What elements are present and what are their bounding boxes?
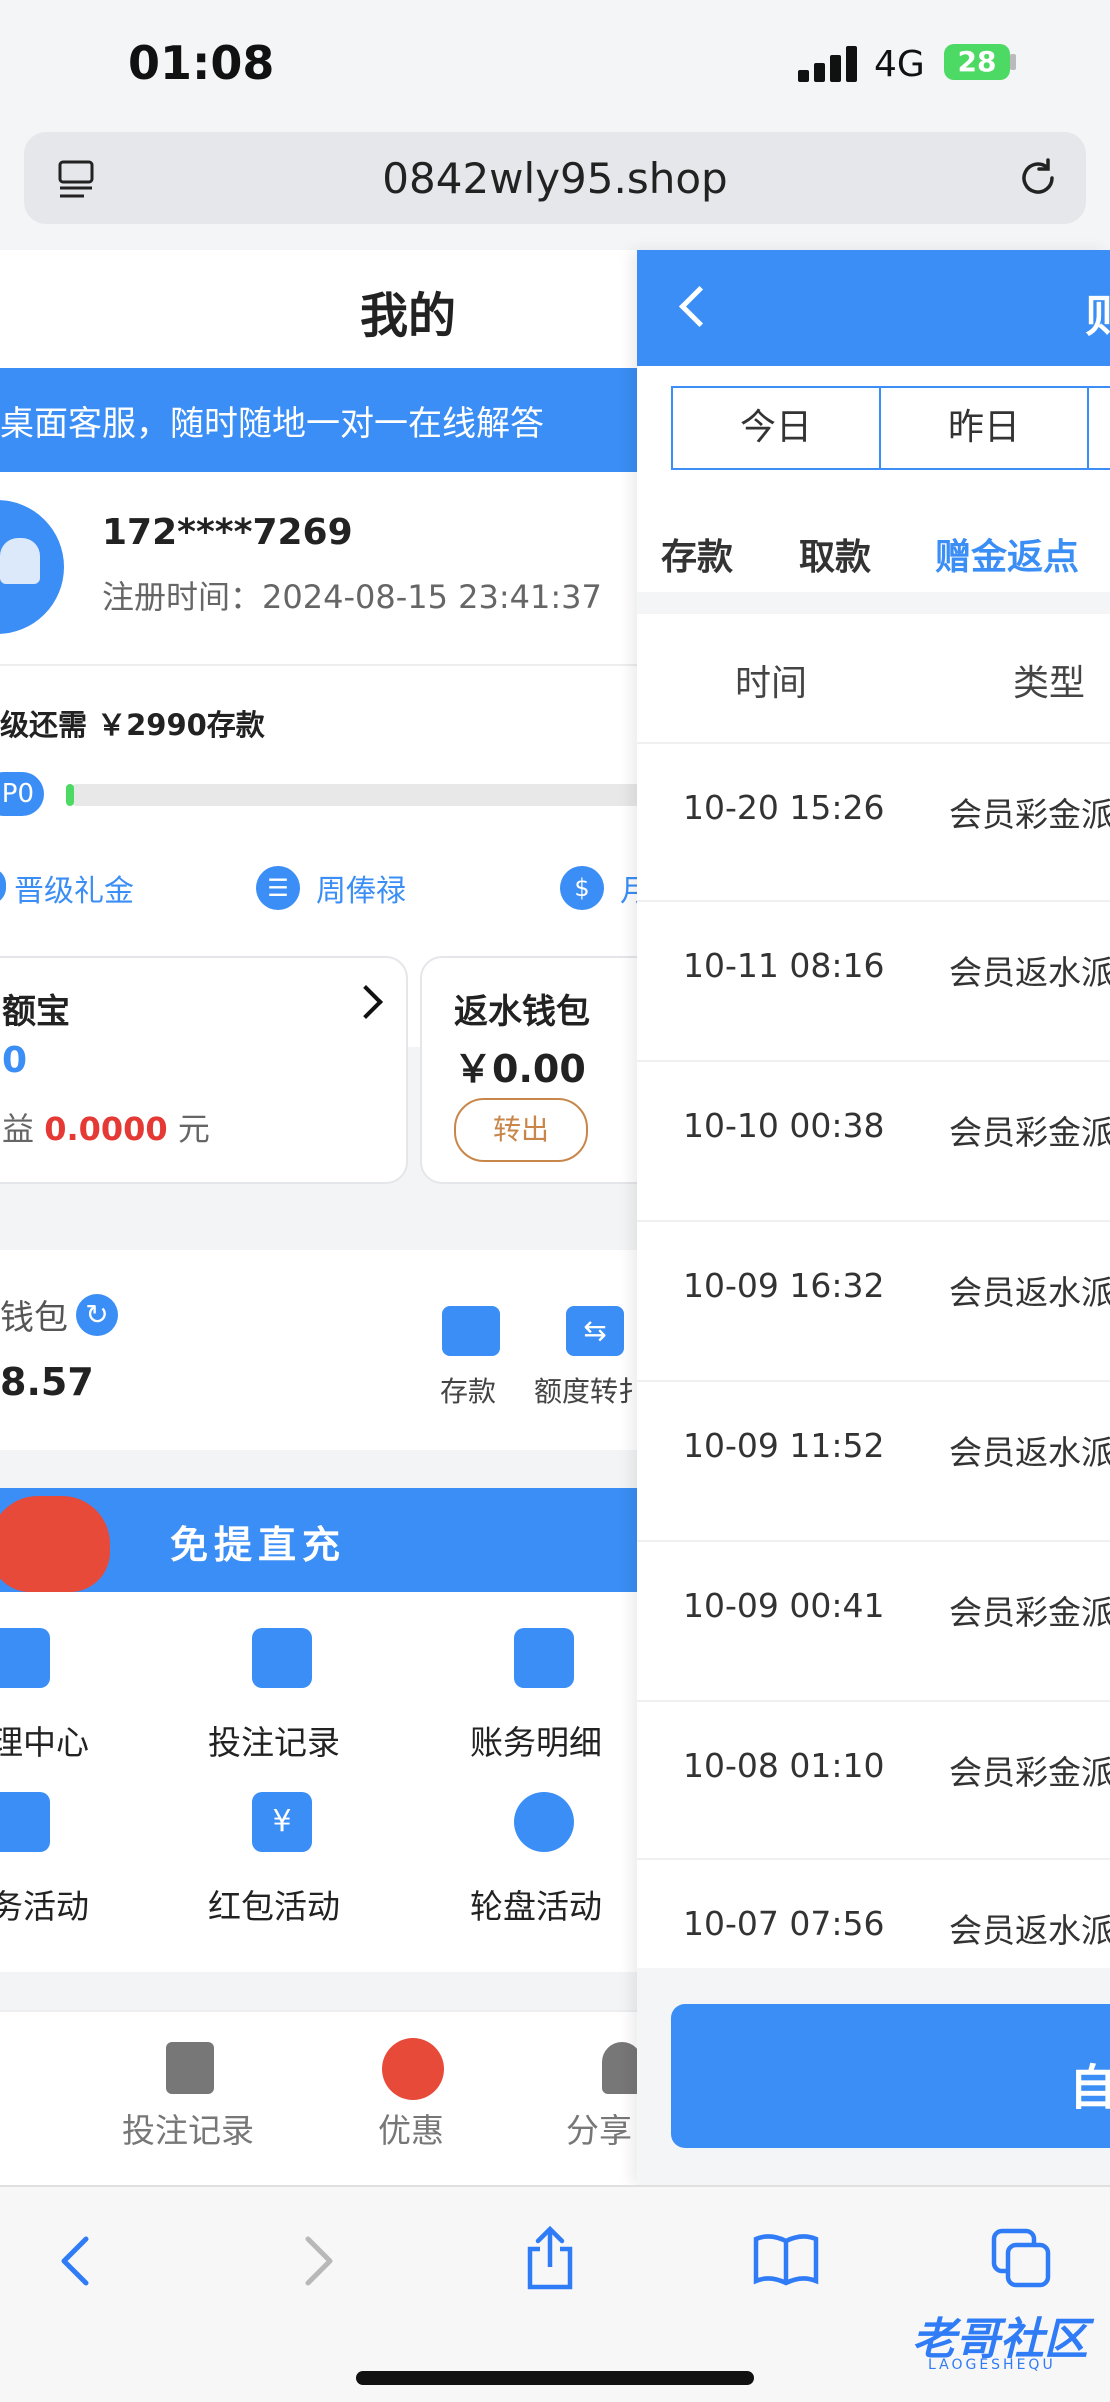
wallet-section: 钱包 ↻ 8.57 存款 ⇆ 额度转扌 — [0, 1250, 637, 1450]
transfer-icon: ⇆ — [566, 1306, 624, 1356]
yuebao-income: 益 0.0000 元 — [2, 1110, 210, 1148]
money-bag-icon: $ — [560, 866, 604, 910]
table-row[interactable]: 10-08 01:10 会员彩金派 — [637, 1702, 1110, 1860]
tab-today[interactable]: 今日 — [673, 388, 879, 468]
panel-header: 则 — [637, 250, 1110, 366]
table-row[interactable]: 10-09 16:32 会员返水派 — [637, 1222, 1110, 1382]
income-value: 0.0000 — [44, 1110, 168, 1148]
yuebao-card[interactable]: 额宝 0 益 0.0000 元 — [0, 956, 408, 1184]
table-row[interactable]: 10-20 15:26 会员彩金派 — [637, 744, 1110, 902]
table-row[interactable]: 10-10 00:38 会员彩金派 — [637, 1062, 1110, 1222]
grid-bet-records[interactable]: 投注记录 — [208, 1628, 358, 1788]
user-phone: 172****7269 — [102, 512, 353, 553]
task-icon — [0, 1792, 50, 1852]
chevron-right-icon[interactable] — [349, 985, 383, 1019]
table-row[interactable]: 10-09 11:52 会员返水派 — [637, 1382, 1110, 1542]
tab-yesterday[interactable]: 昨日 — [881, 388, 1087, 468]
date-tab-divider — [1087, 388, 1089, 468]
yuebao-amount: 0 — [2, 1040, 28, 1081]
tab-share[interactable]: 分享 — [566, 2042, 637, 2162]
app-tabbar: 投注记录 优惠 分享 — [0, 2010, 637, 2185]
back-icon[interactable] — [52, 2231, 102, 2291]
promo-banner[interactable]: 免提直充 — [0, 1488, 637, 1592]
status-bar: 01:08 4G 28 — [0, 0, 1110, 130]
watermark-logo: 老哥社区 LAOGESHEQU — [868, 2303, 1098, 2383]
wallet-icon — [442, 1306, 500, 1356]
tab-withdraw[interactable]: 取款 — [799, 528, 871, 580]
watermark-sub: LAOGESHEQU — [928, 2357, 1056, 2373]
grid-red-packet[interactable]: ¥ 红包活动 — [208, 1792, 358, 1952]
yuebao-title: 额宝 — [2, 992, 70, 1032]
home-indicator — [356, 2371, 754, 2385]
panel-title: 则 — [1085, 291, 1110, 342]
red-packet-icon: ¥ — [252, 1792, 312, 1852]
battery-icon: 28 — [944, 44, 1010, 80]
page-title: 我的 — [360, 288, 457, 344]
transfer-out-button[interactable]: 转出 — [454, 1098, 588, 1162]
salary-icon: ☰ — [256, 866, 300, 910]
vip-upgrade-text: 级还需 ￥2990存款 — [0, 708, 265, 742]
refresh-icon[interactable]: ↻ — [76, 1294, 118, 1336]
url-text[interactable]: 0842wly95.shop — [24, 154, 1086, 203]
account-detail-icon — [514, 1628, 574, 1688]
col-time: 时间 — [735, 663, 808, 704]
reload-icon[interactable] — [1014, 154, 1062, 202]
grid-account-details[interactable]: 账务明细 — [470, 1628, 620, 1788]
col-type: 类型 — [1013, 663, 1086, 704]
rebate-wallet-title: 返水钱包 — [454, 992, 590, 1032]
lucky-bag-icon — [0, 1496, 110, 1592]
vip-progress-bar — [66, 784, 637, 806]
back-icon[interactable] — [678, 285, 721, 328]
vip-progress-fill — [66, 784, 74, 806]
signal-icon — [798, 46, 860, 82]
wheel-icon — [514, 1792, 574, 1852]
rebate-wallet-amount: ￥0.00 — [454, 1047, 586, 1091]
tab-deposit[interactable]: 存款 — [661, 528, 733, 580]
rebate-wallet-card: 返水钱包 ￥0.00 转出 — [420, 956, 637, 1184]
date-tab-group: 今日 昨日 — [671, 386, 1110, 470]
share-icon[interactable] — [520, 2223, 580, 2293]
table-row[interactable]: 10-11 08:16 会员返水派 — [637, 902, 1110, 1062]
feature-grid: 理中心 投注记录 账务明细 务活动 ¥ 红包活动 轮盘活动 — [0, 1592, 637, 1972]
my-page: 我的 桌面客服，随时随地一对一在线解答 172****7269 注册时间：202… — [0, 250, 637, 2185]
status-time: 01:08 — [128, 36, 275, 90]
tab-bonus-rebate[interactable]: 赠金返点 — [935, 528, 1079, 580]
service-banner[interactable]: 桌面客服，随时随地一对一在线解答 — [0, 368, 637, 472]
agent-icon — [0, 1628, 50, 1688]
network-type: 4G — [874, 44, 925, 85]
transaction-panel: 则 今日 昨日 存款 取款 赠金返点 时间 类型 10-20 15:26 会员彩… — [637, 250, 1110, 2185]
table-row[interactable]: 10-09 00:41 会员彩金派 — [637, 1542, 1110, 1702]
forward-icon[interactable] — [292, 2231, 342, 2291]
address-bar[interactable]: 0842wly95.shop — [24, 132, 1086, 224]
tab-promotions[interactable]: 优惠 — [374, 2038, 454, 2162]
grid-task-activity[interactable]: 务活动 — [0, 1792, 110, 1952]
bet-record-icon — [252, 1628, 312, 1688]
footer-area: 自 — [637, 1968, 1110, 2185]
register-time: 注册时间：2024-08-15 23:41:37 — [102, 578, 602, 616]
vip-level-badge: P0 — [0, 772, 44, 816]
bookmarks-icon[interactable] — [752, 2231, 820, 2287]
bet-record-tab-icon — [166, 2042, 214, 2094]
gift-tab-icon — [382, 2038, 444, 2100]
wallet-amount: 8.57 — [0, 1360, 94, 1404]
footer-button[interactable]: 自 — [671, 2004, 1110, 2148]
tab-bet-records[interactable]: 投注记录 — [120, 2042, 260, 2162]
wallet-title: 钱包 — [0, 1298, 68, 1338]
grid-agent-center[interactable]: 理中心 — [0, 1628, 110, 1788]
divider — [0, 664, 637, 666]
tabs-icon[interactable] — [990, 2227, 1054, 2291]
promo-title: 免提直充 — [170, 1523, 347, 1567]
gift-icon — [0, 868, 6, 904]
section-gap — [637, 592, 1110, 614]
grid-wheel[interactable]: 轮盘活动 — [470, 1792, 620, 1952]
avatar[interactable] — [0, 500, 64, 634]
service-banner-text: 桌面客服，随时随地一对一在线解答 — [0, 404, 544, 444]
browser-toolbar: 老哥社区 LAOGESHEQU — [0, 2185, 1110, 2402]
user-tab-icon — [602, 2042, 637, 2094]
battery-charging-icon — [1010, 54, 1016, 70]
my-header: 我的 — [0, 250, 637, 368]
